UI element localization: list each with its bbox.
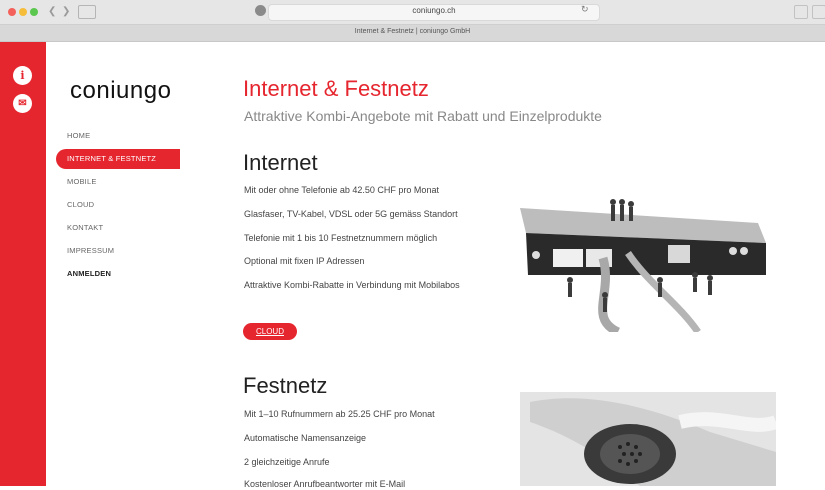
info-icon[interactable]: i [13,66,32,85]
tab-title[interactable]: Internet & Festnetz | coniungo GmbH [0,28,825,35]
minimize-window-button[interactable] [19,8,27,16]
nav-item-anmelden[interactable]: ANMELDEN [56,264,180,284]
nav-item-mobile[interactable]: MOBILE [56,172,180,192]
reload-icon[interactable]: ↻ [581,4,589,15]
close-window-button[interactable] [8,8,16,16]
browser-toolbar: ❮ ❯ coniungo.ch ↻ [0,0,825,25]
address-bar[interactable]: coniungo.ch [268,4,600,21]
forward-icon[interactable]: ❯ [62,5,70,18]
festnetz-feature: Automatische Namensanzeige [244,433,367,443]
nav-item-cloud[interactable]: CLOUD [56,195,180,215]
nav-item-home[interactable]: HOME [56,126,180,146]
logo[interactable]: coniungo [70,77,171,105]
router-illustration [520,199,766,332]
internet-feature: Telefonie mit 1 bis 10 Festnetznummern m… [244,233,438,243]
nav-item-impressum[interactable]: IMPRESSUM [56,241,180,261]
festnetz-feature: Mit 1–10 Rufnummern ab 25.25 CHF pro Mon… [244,409,435,419]
phone-image [520,392,776,486]
internet-feature: Optional mit fixen IP Adressen [244,256,365,266]
back-icon[interactable]: ❮ [48,5,56,18]
privacy-shield-icon[interactable] [255,5,266,16]
sidebar-toggle-icon[interactable] [78,5,96,19]
internet-feature: Glasfaser, TV-Kabel, VDSL oder 5G gemäss… [244,209,458,219]
url-text: coniungo.ch [412,6,456,15]
festnetz-feature: 2 gleichzeitige Anrufe [244,457,330,467]
zoom-window-button[interactable] [30,8,38,16]
internet-title: Internet [243,150,318,175]
cloud-button[interactable]: CLOUD [243,323,297,340]
page-subtitle: Attraktive Kombi-Angebote mit Rabatt und… [244,108,602,124]
nav-item-kontakt[interactable]: KONTAKT [56,218,180,238]
internet-feature: Attraktive Kombi-Rabatte in Verbindung m… [244,280,460,290]
share-icon[interactable] [794,5,808,19]
nav-item-internet-festnetz[interactable]: INTERNET & FESTNETZ [56,149,180,169]
festnetz-feature: Kostenloser Anrufbeantworter mit E-Mail [244,479,406,489]
tab-bar: Internet & Festnetz | coniungo GmbH [0,25,825,42]
mail-icon[interactable]: ✉ [13,94,32,113]
tabs-overview-icon[interactable] [812,5,825,19]
page-title: Internet & Festnetz [243,76,429,101]
festnetz-title: Festnetz [243,373,328,398]
phone-illustration [520,392,776,486]
router-image [508,183,773,332]
internet-feature: Mit oder ohne Telefonie ab 42.50 CHF pro… [244,185,439,195]
main-nav: HOME INTERNET & FESTNETZ MOBILE CLOUD KO… [56,126,180,287]
